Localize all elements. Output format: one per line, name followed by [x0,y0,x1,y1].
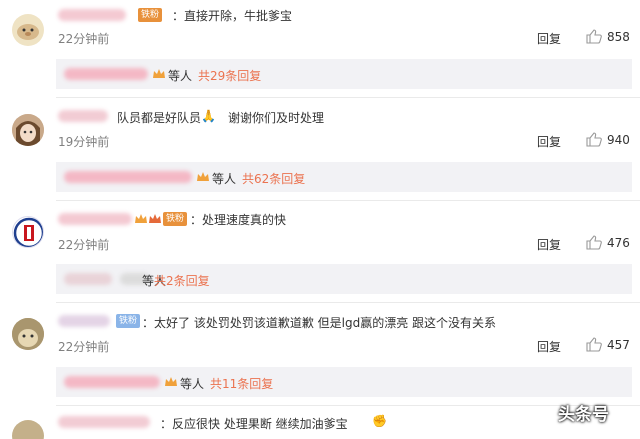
reply-summary[interactable]: 等人 共2条回复 [56,264,632,294]
username-redacted[interactable] [58,416,150,428]
replier-names-redacted [64,68,148,80]
reply-button[interactable]: 回复 [537,338,561,355]
thumbs-up-icon [586,235,602,250]
reply-etc: 等人 [180,377,205,391]
fan-badge: 铁粉 [163,212,188,226]
avatar[interactable] [12,114,44,146]
replier-names-redacted [64,171,192,183]
avatar[interactable] [12,14,44,46]
divider [56,200,640,201]
reply-button[interactable]: 回复 [537,30,561,47]
divider [56,405,640,406]
like-button[interactable]: 858 [586,29,630,44]
avatar[interactable] [12,420,44,439]
thumbs-up-icon [586,29,602,44]
avatar[interactable] [12,318,44,350]
crown-icon [165,377,177,386]
crown-icon [153,69,165,78]
reply-etc: 等人 [168,69,193,83]
like-button[interactable]: 476 [586,235,630,250]
reply-etc: 等人 [212,172,237,186]
like-count: 940 [607,132,630,147]
fan-badge: 铁粉 [138,8,163,22]
replier-names-redacted [64,273,112,285]
divider [56,302,640,303]
reply-total-link[interactable]: 共62条回复 [242,170,305,187]
comment-text: ：直接开除，牛批爹宝 [172,9,293,23]
comment-time: 22分钟前 [58,32,110,46]
emoji: ✊ [372,414,387,428]
fan-badge: 铁粉 [116,314,141,328]
crown-icon [149,214,161,223]
username-redacted[interactable] [58,110,108,122]
like-count: 858 [607,29,630,44]
like-button[interactable]: 457 [586,337,630,352]
reply-summary[interactable]: 等人 共11条回复 [56,367,632,397]
emoji: 🙏 [201,109,216,123]
username-redacted[interactable] [58,213,132,225]
reply-total-link[interactable]: 共11条回复 [210,375,273,392]
like-button[interactable]: 940 [586,132,630,147]
watermark: 头条号 [558,405,609,425]
comment-text: ：太好了 该处罚处罚该道歉道歉 但是lgd赢的漂亮 跟这个没有关系 [142,316,497,330]
username-redacted[interactable] [58,9,126,21]
reply-button[interactable]: 回复 [537,133,561,150]
reply-button[interactable]: 回复 [537,236,561,253]
replier-names-redacted [64,376,160,388]
comment-text: ：处理速度真的快 [190,213,287,227]
divider [56,97,640,98]
avatar[interactable] [12,216,44,248]
comment-text: 队员都是好队员 [117,111,202,125]
crown-icon [197,172,209,181]
comment-time: 19分钟前 [58,135,110,149]
username-redacted[interactable] [58,315,110,327]
crown-icon [135,214,147,223]
reply-summary[interactable]: 等人 共62条回复 [56,162,632,192]
comment-text-continued: 谢谢你们及时处理 [228,111,325,125]
reply-total-link[interactable]: 共29条回复 [198,67,261,84]
reply-total-link[interactable]: 共2条回复 [154,272,210,289]
like-count: 476 [607,235,630,250]
comment-time: 22分钟前 [58,238,110,252]
thumbs-up-icon [586,132,602,147]
thumbs-up-icon [586,337,602,352]
comment-text: ：反应很快 处理果断 继续加油爹宝 [160,417,348,431]
comment-time: 22分钟前 [58,340,110,354]
like-count: 457 [607,337,630,352]
reply-summary[interactable]: 等人 共29条回复 [56,59,632,89]
